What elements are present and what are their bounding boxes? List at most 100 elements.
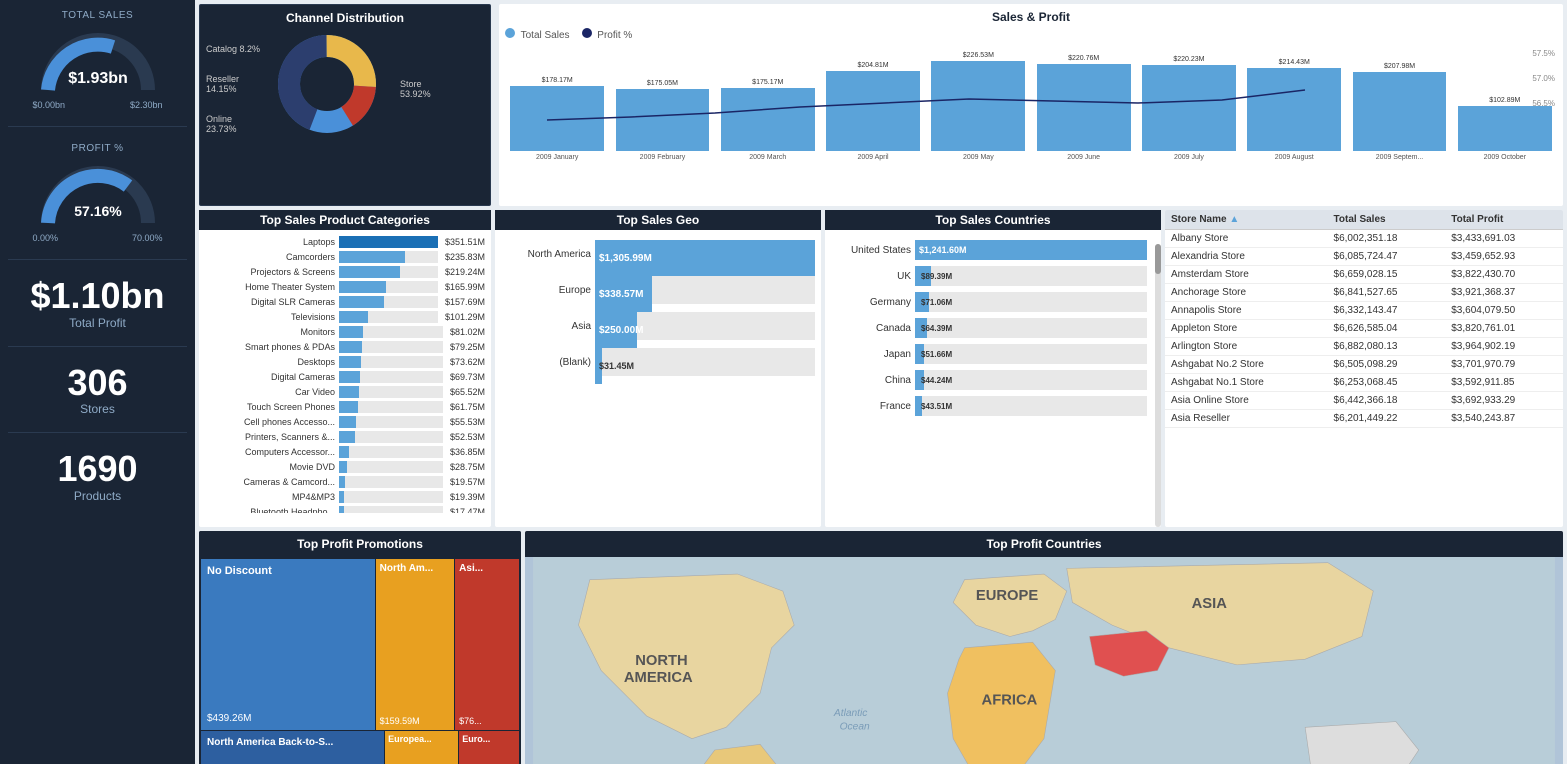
sp-legend-sales: Total Sales bbox=[505, 28, 570, 41]
total-sales-range: $0.00bn $2.30bn bbox=[33, 100, 163, 110]
table-row: Annapolis Store$6,332,143.47$3,604,079.5… bbox=[1165, 302, 1563, 320]
sp-title: Sales & Profit bbox=[505, 10, 1557, 24]
tm-nodiscount[interactable]: No Discount $439.26M bbox=[201, 559, 375, 730]
left-panel: Total Sales $1.93bn $0.00bn $2.30bn Prof… bbox=[0, 0, 195, 764]
total-sales-cell: $6,882,080.13 bbox=[1328, 338, 1446, 356]
channel-title: Channel Distribution bbox=[206, 11, 484, 25]
donut-chart bbox=[272, 29, 392, 149]
cat-mp4: MP4&MP3 $19.39M bbox=[205, 491, 485, 503]
cat-desktops: Desktops $73.62M bbox=[205, 356, 485, 368]
cat-smartphones: Smart phones & PDAs $79.25M bbox=[205, 341, 485, 353]
svg-text:Atlantic: Atlantic bbox=[833, 708, 867, 719]
cat-monitors: Monitors $81.02M bbox=[205, 326, 485, 338]
svg-text:EUROPE: EUROPE bbox=[976, 588, 1038, 604]
countries-list: United States $1,241.60M UK $89.39M bbox=[831, 240, 1155, 416]
tm-euro[interactable]: Euro... $44.05M bbox=[459, 731, 519, 764]
bar-jun: $220.76M 2009 June bbox=[1031, 55, 1135, 161]
bar-mar: $175.17M 2009 March bbox=[716, 79, 820, 161]
bar-chart: $178.17M 2009 January $175.05M 2009 Febr… bbox=[505, 45, 1557, 185]
gauge-svg: $1.93bn bbox=[33, 25, 163, 95]
table-row: Albany Store$6,002,351.18$3,433,691.03 bbox=[1165, 230, 1563, 248]
mid-row: Top Sales Product Categories Laptops $35… bbox=[195, 210, 1567, 531]
stores-stat: 306 Stores bbox=[8, 363, 187, 417]
products-label: Products bbox=[8, 489, 187, 503]
total-sales-cell: $6,505,098.29 bbox=[1328, 356, 1446, 374]
bar-jan: $178.17M 2009 January bbox=[505, 77, 609, 161]
geo-northamerica: North America $1,305.99M bbox=[501, 240, 815, 268]
top-promotions: Top Profit Promotions No Discount $439.2… bbox=[199, 531, 521, 764]
geo-title: Top Sales Geo bbox=[495, 210, 821, 230]
sales-dot bbox=[505, 28, 515, 38]
country-germany: Germany $71.06M bbox=[831, 292, 1147, 312]
svg-text:57.16%: 57.16% bbox=[74, 203, 122, 219]
tm-asi[interactable]: Asi... $76... bbox=[455, 559, 519, 730]
profit-pct-gauge: 57.16% 0.00% 70.00% bbox=[33, 158, 163, 243]
products-value: 1690 bbox=[8, 449, 187, 489]
geo-asia: Asia $250.00M bbox=[501, 312, 815, 340]
scrollbar[interactable] bbox=[1155, 244, 1161, 527]
table-row: Arlington Store$6,882,080.13$3,964,902.1… bbox=[1165, 338, 1563, 356]
cat-camcordacc: Cameras & Camcord... $19.57M bbox=[205, 476, 485, 488]
total-profit-cell: $3,701,970.79 bbox=[1445, 356, 1563, 374]
bot-row: Top Profit Promotions No Discount $439.2… bbox=[195, 531, 1567, 764]
cat-touchscreen: Touch Screen Phones $61.75M bbox=[205, 401, 485, 413]
online-label: Online23.73% bbox=[206, 114, 260, 134]
store-table: Store Name ▲ Total Sales Total Profit Al… bbox=[1165, 210, 1563, 428]
col-store-name[interactable]: Store Name ▲ bbox=[1165, 210, 1328, 230]
tm-europea[interactable]: Europea... $65.28M bbox=[385, 731, 458, 764]
col-total-sales[interactable]: Total Sales bbox=[1328, 210, 1446, 230]
geo-europe: Europe $338.57M bbox=[501, 276, 815, 304]
sort-arrow: ▲ bbox=[1229, 214, 1239, 225]
tm-nabts[interactable]: North America Back-to-S... $195.53M bbox=[201, 731, 384, 764]
bar-jul: $220.23M 2009 July bbox=[1137, 56, 1241, 161]
table-row: Ashgabat No.2 Store$6,505,098.29$3,701,9… bbox=[1165, 356, 1563, 374]
country-us: United States $1,241.60M bbox=[831, 240, 1147, 260]
cat-hometheater: Home Theater System $165.99M bbox=[205, 281, 485, 293]
total-sales-cell: $6,626,585.04 bbox=[1328, 320, 1446, 338]
col-total-profit[interactable]: Total Profit bbox=[1445, 210, 1563, 230]
tm-northam-title: North Am... bbox=[380, 563, 451, 574]
map-area: NORTH AMERICA SOUTH AFRICA EUROPE ASIA A… bbox=[525, 557, 1563, 764]
total-sales-kpi: Total Sales $1.93bn $0.00bn $2.30bn bbox=[8, 10, 187, 110]
bar-may: $226.53M 2009 May bbox=[926, 52, 1030, 161]
tm-nabts-title: North America Back-to-S... bbox=[207, 737, 378, 748]
store-name-cell: Appleton Store bbox=[1165, 320, 1328, 338]
tm-northam-val: $159.59M bbox=[380, 716, 451, 726]
total-sales-cell: $6,332,143.47 bbox=[1328, 302, 1446, 320]
total-sales-cell: $6,841,527.65 bbox=[1328, 284, 1446, 302]
geo-blank: (Blank) $31.45M bbox=[501, 348, 815, 376]
treemap: No Discount $439.26M North Am... $159.59… bbox=[199, 557, 521, 764]
table-row: Appleton Store$6,626,585.04$3,820,761.01 bbox=[1165, 320, 1563, 338]
store-name-cell: Alexandria Store bbox=[1165, 248, 1328, 266]
bar-may-rect bbox=[931, 61, 1025, 151]
promo-title: Top Profit Promotions bbox=[199, 531, 521, 557]
store-name-cell: Ashgabat No.1 Store bbox=[1165, 374, 1328, 392]
total-sales-cell: $6,442,366.18 bbox=[1328, 392, 1446, 410]
svg-text:AMERICA: AMERICA bbox=[624, 670, 693, 686]
y-axis-labels: 57.5% 57.0% 56.5% bbox=[1532, 49, 1555, 108]
total-sales-gauge: $1.93bn $0.00bn $2.30bn bbox=[33, 25, 163, 110]
tm-northam[interactable]: North Am... $159.59M bbox=[376, 559, 455, 730]
profit-gauge-svg: 57.16% bbox=[33, 158, 163, 228]
country-japan: Japan $51.66M bbox=[831, 344, 1147, 364]
country-china: China $44.24M bbox=[831, 370, 1147, 390]
total-profit-label: Total Profit bbox=[8, 316, 187, 330]
top-geo: Top Sales Geo North America $1,305.99M E… bbox=[495, 210, 821, 527]
cat-printers: Printers, Scanners &... $52.53M bbox=[205, 431, 485, 443]
store-name-cell: Ashgabat No.2 Store bbox=[1165, 356, 1328, 374]
treemap-col2: Europea... $65.28M Euro... $44.05M bbox=[385, 731, 519, 764]
scrollbar-thumb[interactable] bbox=[1155, 244, 1161, 274]
store-name-cell: Asia Online Store bbox=[1165, 392, 1328, 410]
tm-europea-title: Europea... bbox=[388, 734, 455, 744]
total-profit-cell: $3,822,430.70 bbox=[1445, 266, 1563, 284]
world-map-svg: NORTH AMERICA SOUTH AFRICA EUROPE ASIA A… bbox=[525, 557, 1563, 764]
profit-pct-title: Profit % bbox=[8, 143, 187, 154]
cat-dslr: Digital SLR Cameras $157.69M bbox=[205, 296, 485, 308]
store-label: Store53.92% bbox=[400, 79, 431, 99]
catalog-label: Catalog 8.2% bbox=[206, 44, 260, 54]
bar-mar-rect bbox=[721, 88, 815, 151]
channel-left-labels: Catalog 8.2% Reseller14.15% Online23.73% bbox=[206, 44, 260, 134]
channel-inner: Catalog 8.2% Reseller14.15% Online23.73% bbox=[206, 29, 484, 149]
country-uk: UK $89.39M bbox=[831, 266, 1147, 286]
total-profit-cell: $3,540,243.87 bbox=[1445, 410, 1563, 428]
